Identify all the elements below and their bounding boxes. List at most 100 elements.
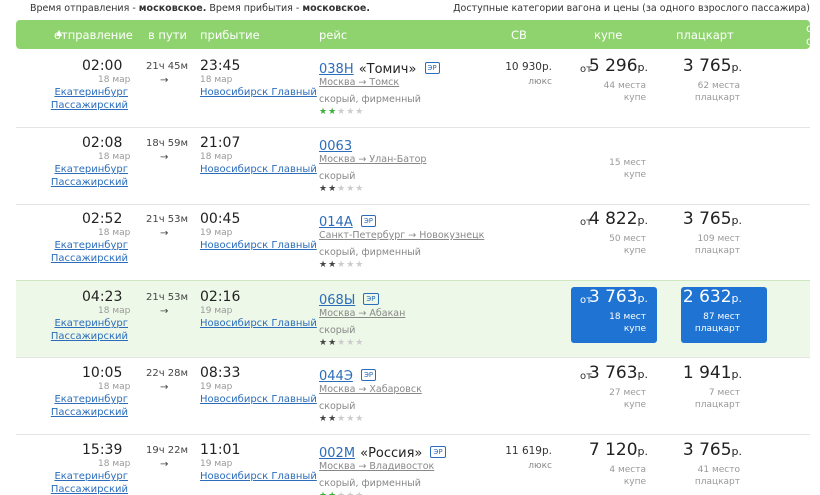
departure-date: 18 мар xyxy=(98,75,131,85)
rating-stars-icon: ★★★★★ xyxy=(319,260,365,270)
sort-travel-time[interactable]: в пути xyxy=(148,28,187,42)
platskart-seats: 7 мест xyxy=(708,388,740,398)
platskart-class-label: плацкарт xyxy=(694,93,740,103)
table-header: отправление ▲ в пути прибытие рейс СВ куп… xyxy=(16,20,820,49)
departure-time: 02:52 xyxy=(82,211,123,227)
departure-time: 10:05 xyxy=(82,365,123,381)
departure-time: 02:00 xyxy=(82,58,123,74)
kupe-seats: 50 мест xyxy=(609,234,646,244)
train-type: скорый xyxy=(319,325,356,336)
platskart-price: 2 632 xyxy=(682,287,732,307)
train-row[interactable]: 02:00 18 мар Екатеринбург Пассажирский 2… xyxy=(16,50,810,128)
platskart-seats: 41 место xyxy=(697,465,740,475)
e-registration-icon: ЭР xyxy=(363,293,379,305)
sort-sv[interactable]: СВ xyxy=(511,28,527,42)
sort-arrival[interactable]: прибытие xyxy=(200,28,260,42)
rating-stars-icon: ★★★★★ xyxy=(319,491,364,495)
kupe-price-group[interactable]: 4 822р. xyxy=(589,209,648,229)
arrival-station-link[interactable]: Новосибирск Главный xyxy=(200,87,317,98)
train-number-link[interactable]: 0063 xyxy=(319,139,352,154)
arrival-station-link[interactable]: Новосибирск Главный xyxy=(200,240,317,251)
departure-date: 18 мар xyxy=(98,382,131,392)
departure-station-link-2[interactable]: Пассажирский xyxy=(51,407,128,418)
travel-duration: 21ч 53м xyxy=(146,292,189,303)
route-link[interactable]: Москва → Абакан xyxy=(319,308,405,319)
sv-price[interactable]: 10 930р. xyxy=(505,61,552,73)
kupe-price-group[interactable]: 7 120р. xyxy=(589,440,648,460)
route-link[interactable]: Москва → Томск xyxy=(319,77,399,88)
platskart-price-group[interactable]: 3 765р. xyxy=(683,440,742,460)
kupe-class-label: купе xyxy=(623,400,646,410)
train-number-link[interactable]: 002М xyxy=(319,446,355,461)
departure-station-link[interactable]: Екатеринбург xyxy=(54,164,128,175)
arrival-station-link[interactable]: Новосибирск Главный xyxy=(200,471,317,482)
platskart-seats: 109 мест xyxy=(697,234,740,244)
train-number-link[interactable]: 044Э xyxy=(319,369,353,384)
train-row[interactable]: 15:39 18 мар Екатеринбург Пассажирский 1… xyxy=(16,434,810,495)
train-row[interactable]: 04:23 18 мар Екатеринбург Пассажирский 2… xyxy=(16,280,810,358)
arrival-station-link[interactable]: Новосибирск Главный xyxy=(200,318,317,329)
departure-station-link[interactable]: Екатеринбург xyxy=(54,471,128,482)
departure-date: 18 мар xyxy=(98,228,131,238)
train-row[interactable]: 10:05 18 мар Екатеринбург Пассажирский 2… xyxy=(16,357,810,435)
sort-kupe[interactable]: купе xyxy=(594,28,622,42)
train-number-link[interactable]: 038Н xyxy=(319,62,354,77)
platskart-price-group[interactable]: 3 765р. xyxy=(683,56,742,76)
sv-class: люкс xyxy=(528,77,552,87)
departure-station-link[interactable]: Екатеринбург xyxy=(54,318,128,329)
train-row[interactable]: 02:52 18 мар Екатеринбург Пассажирский 2… xyxy=(16,203,810,281)
route-link[interactable]: Москва → Хабаровск xyxy=(319,384,422,395)
sv-class: люкс xyxy=(528,461,552,471)
departure-station-link[interactable]: Екатеринбург xyxy=(54,240,128,251)
kupe-price-group[interactable]: 3 763р. xyxy=(589,287,648,307)
rating-stars-icon: ★★★★★ xyxy=(319,107,365,117)
sort-train[interactable]: рейс xyxy=(319,28,347,42)
platskart-seats: 62 места xyxy=(697,81,740,91)
platskart-class-label: плацкарт xyxy=(694,246,740,256)
kupe-seats: 15 мест xyxy=(609,158,646,168)
arrival-station-link[interactable]: Новосибирск Главный xyxy=(200,394,317,405)
departure-station-link-2[interactable]: Пассажирский xyxy=(51,484,128,495)
route-link[interactable]: Москва → Владивосток xyxy=(319,461,434,472)
departure-station-link[interactable]: Екатеринбург xyxy=(54,394,128,405)
departure-station-link-2[interactable]: Пассажирский xyxy=(51,100,128,111)
train-title: 068Ы ЭР xyxy=(319,289,379,308)
departure-time: 02:08 xyxy=(82,135,123,151)
train-type: скорый, фирменный xyxy=(319,478,421,489)
arrival-time: 00:45 xyxy=(200,211,241,227)
platskart-price-group[interactable]: 2 632р. xyxy=(683,287,742,307)
train-title: 002М «Россия» ЭР xyxy=(319,442,446,461)
arrival-time: 02:16 xyxy=(200,289,241,305)
departure-station-link-2[interactable]: Пассажирский xyxy=(51,253,128,264)
departure-station-link-2[interactable]: Пассажирский xyxy=(51,177,128,188)
kupe-class-label: купе xyxy=(623,170,646,180)
train-number-link[interactable]: 014А xyxy=(319,215,353,230)
platskart-seats: 87 мест xyxy=(703,312,740,322)
platskart-price-group[interactable]: 3 765р. xyxy=(683,209,742,229)
kupe-price-group[interactable]: 3 763р. xyxy=(589,363,648,383)
e-registration-icon: ЭР xyxy=(360,215,376,227)
train-row[interactable]: 02:08 18 мар Екатеринбург Пассажирский 1… xyxy=(16,127,810,205)
platskart-price: 3 765 xyxy=(682,440,732,460)
platskart-price-group[interactable]: 1 941р. xyxy=(683,363,742,383)
arrival-date: 18 мар xyxy=(200,152,233,162)
kupe-class-label: купе xyxy=(623,93,646,103)
kupe-price: 7 120 xyxy=(588,440,638,460)
departure-station-link[interactable]: Екатеринбург xyxy=(54,87,128,98)
train-number-link[interactable]: 068Ы xyxy=(319,293,355,308)
kupe-seats: 27 мест xyxy=(609,388,646,398)
kupe-price-group[interactable]: 5 296р. xyxy=(589,56,648,76)
arrival-time: 21:07 xyxy=(200,135,241,151)
route-link[interactable]: Санкт-Петербург → Новокузнецк xyxy=(319,230,484,241)
sv-price[interactable]: 11 619р. xyxy=(505,445,552,457)
sort-platskart[interactable]: плацкарт xyxy=(676,28,734,42)
route-link[interactable]: Москва → Улан-Батор xyxy=(319,154,426,165)
right-arrow-icon: → xyxy=(160,75,169,86)
right-arrow-icon: → xyxy=(160,382,169,393)
train-name: «Россия» xyxy=(360,446,423,461)
departure-station-link-2[interactable]: Пассажирский xyxy=(51,331,128,342)
kupe-class-label: купе xyxy=(623,324,646,334)
travel-duration: 22ч 28м xyxy=(146,368,189,379)
arrival-station-link[interactable]: Новосибирск Главный xyxy=(200,164,317,175)
rating-stars-icon: ★★★★★ xyxy=(319,414,365,424)
